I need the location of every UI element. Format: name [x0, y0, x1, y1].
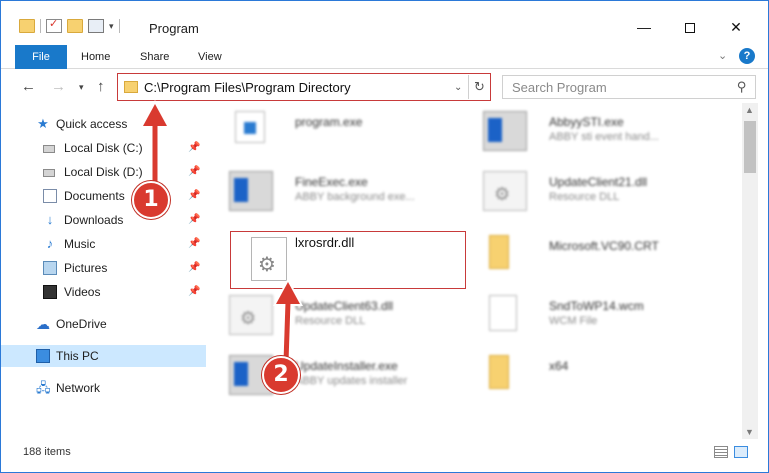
step-2-badge: 2 — [262, 356, 300, 394]
arrow-2-icon — [273, 278, 303, 363]
arrow-1-icon — [140, 100, 170, 186]
callout-arrows — [140, 100, 303, 363]
step-1-badge: 1 — [132, 181, 170, 219]
